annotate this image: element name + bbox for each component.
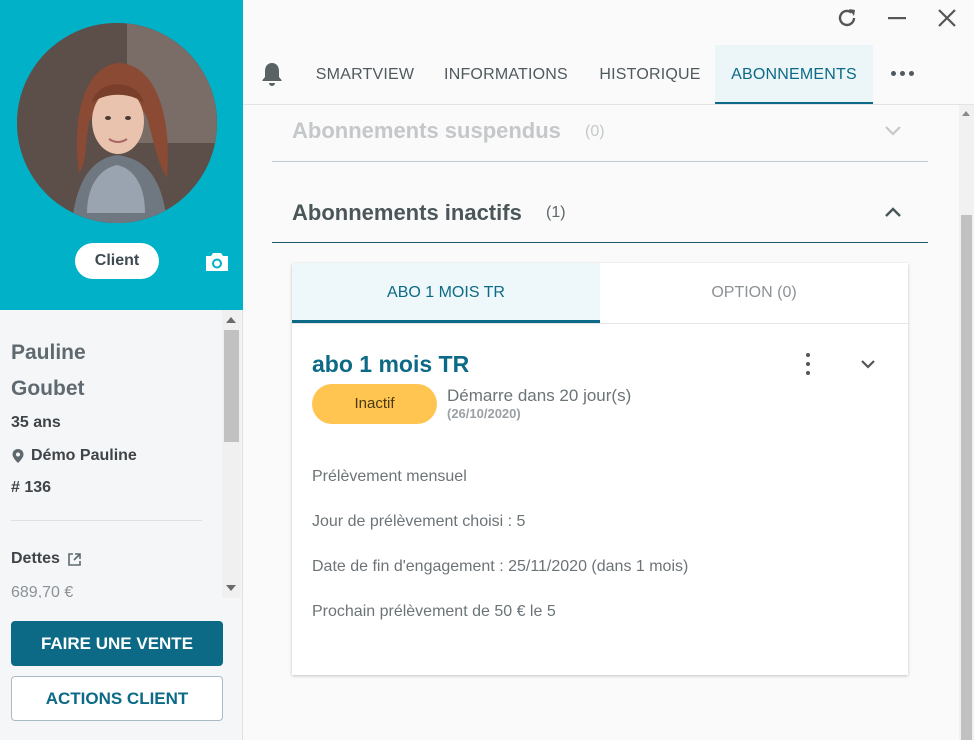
- member-number: # 136: [11, 479, 52, 496]
- location-pin-icon: [12, 449, 24, 463]
- kebab-dot: [806, 353, 810, 357]
- external-link-icon: [68, 552, 81, 566]
- main-scrollbar[interactable]: [959, 105, 974, 740]
- avatar[interactable]: [17, 23, 217, 223]
- make-sale-button[interactable]: FAIRE UNE VENTE: [11, 621, 223, 666]
- kebab-menu-icon[interactable]: [804, 353, 812, 375]
- detail-line: Prélèvement mensuel: [312, 468, 467, 485]
- detail-line: Jour de prélèvement choisi : 5: [312, 513, 526, 530]
- tab-smartview[interactable]: SMARTVIEW: [305, 45, 425, 104]
- bell-icon[interactable]: [260, 61, 284, 87]
- client-location: Démo Pauline: [11, 447, 137, 465]
- debts-link[interactable]: Dettes: [11, 550, 82, 568]
- client-info: Pauline Goubet 35 ans Démo Pauline # 136…: [0, 310, 221, 598]
- last-name: Goubet: [11, 377, 85, 400]
- tab-abonnements[interactable]: ABONNEMENTS: [715, 45, 873, 104]
- debts-value: 689,70 €: [11, 584, 74, 598]
- tab-option[interactable]: OPTION (0): [600, 263, 908, 323]
- tab-historique[interactable]: HISTORIQUE: [589, 45, 711, 104]
- more-dot: [909, 71, 914, 76]
- section-count: (1): [546, 204, 566, 221]
- close-icon[interactable]: [935, 6, 959, 30]
- scroll-thumb[interactable]: [961, 215, 972, 740]
- subscription-title: abo 1 mois TR: [312, 351, 470, 377]
- debts-label: Dettes: [11, 550, 60, 567]
- kebab-dot: [806, 371, 810, 375]
- tab-subscription[interactable]: ABO 1 MOIS TR: [292, 263, 600, 323]
- scroll-thumb[interactable]: [224, 330, 239, 442]
- client-location-label: Démo Pauline: [31, 447, 137, 464]
- divider: [11, 520, 202, 521]
- profile-header: Client: [0, 0, 243, 310]
- section-title: Abonnements inactifs: [292, 200, 522, 225]
- main-tabs: SMARTVIEW INFORMATIONS HISTORIQUE ABONNE…: [243, 45, 974, 105]
- client-actions-button[interactable]: ACTIONS CLIENT: [11, 676, 223, 721]
- scroll-down-arrow[interactable]: [226, 585, 236, 591]
- subscription-card: ABO 1 MOIS TR OPTION (0) abo 1 mois TR I…: [292, 263, 908, 675]
- scroll-up-arrow[interactable]: [962, 111, 970, 116]
- card-tabs: ABO 1 MOIS TR OPTION (0): [292, 263, 908, 324]
- kebab-dot: [806, 362, 810, 366]
- sidebar-scrollbar[interactable]: [222, 310, 241, 598]
- more-dot: [891, 71, 896, 76]
- refresh-icon[interactable]: [835, 6, 859, 30]
- start-info: Démarre dans 20 jour(s): [447, 386, 632, 405]
- camera-icon[interactable]: [203, 250, 231, 274]
- chevron-down-icon[interactable]: [860, 359, 876, 369]
- more-dot: [900, 71, 905, 76]
- client-sidebar: Client Pauline Goubet 35 ans Démo Paulin…: [0, 0, 243, 740]
- section-suspended[interactable]: Abonnements suspendus (0): [272, 105, 928, 162]
- section-title: Abonnements suspendus: [292, 118, 561, 143]
- section-inactive[interactable]: Abonnements inactifs (1): [272, 175, 928, 243]
- client-age: 35 ans: [11, 414, 61, 431]
- main-panel: SMARTVIEW INFORMATIONS HISTORIQUE ABONNE…: [243, 0, 974, 740]
- chevron-down-icon[interactable]: [884, 125, 902, 137]
- client-role-chip[interactable]: Client: [75, 243, 159, 279]
- more-icon[interactable]: [891, 71, 914, 76]
- tab-informations[interactable]: INFORMATIONS: [435, 45, 577, 104]
- minimize-icon[interactable]: [885, 6, 909, 30]
- start-date: (26/10/2020): [447, 406, 521, 421]
- detail-line: Prochain prélèvement de 50 € le 5: [312, 603, 556, 620]
- avatar-photo: [17, 23, 217, 223]
- scroll-up-arrow[interactable]: [226, 317, 236, 323]
- detail-line: Date de fin d'engagement : 25/11/2020 (d…: [312, 558, 689, 575]
- section-count: (0): [585, 123, 605, 140]
- chevron-up-icon[interactable]: [884, 206, 902, 218]
- status-badge: Inactif: [312, 384, 437, 424]
- first-name: Pauline: [11, 341, 86, 364]
